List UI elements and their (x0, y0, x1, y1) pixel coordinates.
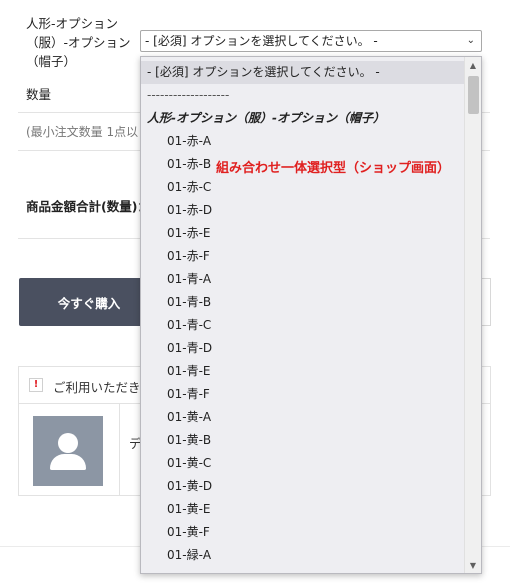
dropdown-option[interactable]: 01-赤-C (141, 176, 464, 199)
dropdown-option[interactable]: 01-黄-A (141, 406, 464, 429)
notice-title: ご利用いただき (53, 380, 141, 395)
quantity-label: 数量 (26, 87, 52, 102)
dropdown-option[interactable]: 01-赤-A (141, 130, 464, 153)
buy-now-button[interactable]: 今すぐ購入 (19, 278, 159, 326)
dropdown-option[interactable]: 01-黄-B (141, 429, 464, 452)
notice-divider (119, 404, 120, 495)
scroll-up-icon[interactable]: ▲ (465, 57, 481, 73)
option-dropdown-list[interactable]: - [必須] オプションを選択してください。 - ---------------… (140, 56, 482, 574)
total-amount-label: 商品金額合計(数量)： (26, 199, 150, 214)
dropdown-group-label: 人形-オプション（服）-オプション（帽子） (147, 111, 385, 125)
dropdown-option[interactable]: 01-黄-E (141, 498, 464, 521)
option-select[interactable]: - [必須] オプションを選択してください。 - ⌄ (140, 30, 482, 52)
dropdown-option[interactable]: 01-青-B (141, 291, 464, 314)
dropdown-option[interactable]: 01-緑-A (141, 544, 464, 567)
exclamation-icon: ! (29, 378, 43, 392)
min-quantity-note: (最小注文数量 1点以 (26, 125, 139, 139)
dropdown-option[interactable]: 01-赤-D (141, 199, 464, 222)
chevron-down-icon: ⌄ (466, 35, 475, 46)
dropdown-option[interactable]: 01-青-E (141, 360, 464, 383)
scrollbar-thumb[interactable] (468, 76, 479, 114)
dropdown-option[interactable]: 01-青-A (141, 268, 464, 291)
dropdown-separator: ------------------- (147, 88, 230, 102)
dropdown-option[interactable]: 01-黄-D (141, 475, 464, 498)
scroll-down-icon[interactable]: ▼ (465, 557, 481, 573)
dropdown-option[interactable]: 01-黄-F (141, 521, 464, 544)
dropdown-option[interactable]: 01-黄-C (141, 452, 464, 475)
dropdown-option[interactable]: 01-青-C (141, 314, 464, 337)
dropdown-option[interactable]: 01-青-F (141, 383, 464, 406)
dropdown-option[interactable]: 01-赤-E (141, 222, 464, 245)
annotation-label: 組み合わせ一体選択型（ショップ画面） (216, 161, 451, 176)
select-value: - [必須] オプションを選択してください。 - (145, 34, 378, 48)
dropdown-option[interactable]: 01-赤-F (141, 245, 464, 268)
dropdown-options: - [必須] オプションを選択してください。 - ---------------… (141, 61, 464, 567)
dropdown-scrollbar[interactable]: ▲ ▼ (464, 57, 481, 573)
user-silhouette-icon (33, 416, 103, 486)
option-label: 人形-オプション（服）-オプション（帽子） (26, 16, 131, 69)
dropdown-option-placeholder[interactable]: - [必須] オプションを選択してください。 - (141, 61, 464, 84)
dropdown-option[interactable]: 01-青-D (141, 337, 464, 360)
